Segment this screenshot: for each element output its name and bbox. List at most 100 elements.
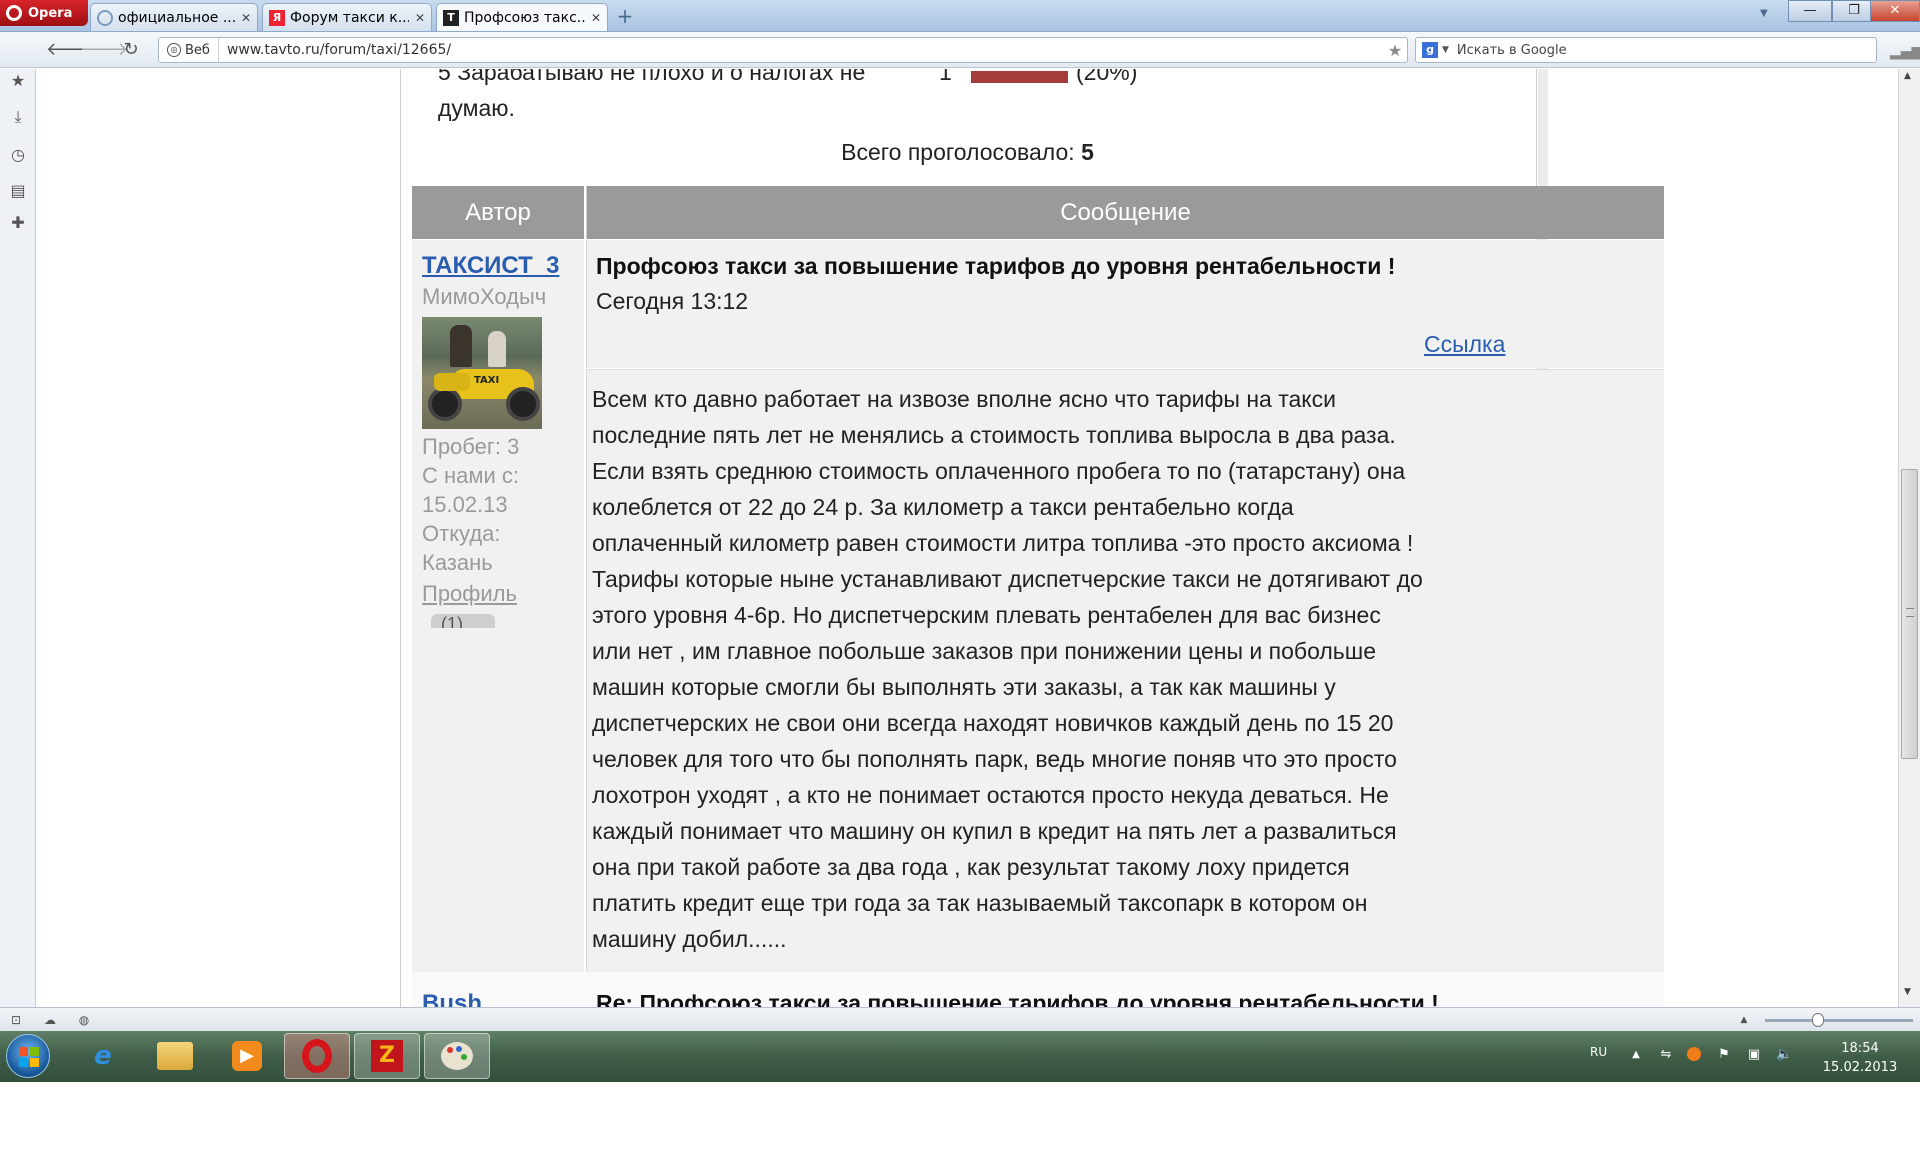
poll-total-label: Всего проголосовало: [841,139,1075,165]
web-page: 5 Зарабатываю не плохо и о налогах не ду… [37,69,1898,1007]
language-indicator[interactable]: RU [1590,1045,1607,1059]
author-from-value: Казань [422,550,493,575]
tab-menu-icon[interactable]: ▼ [1760,8,1776,22]
content-left-border [400,69,401,1007]
internet-explorer-icon[interactable]: e [70,1033,136,1079]
new-tab-button[interactable]: + [614,5,636,27]
back-button[interactable]: 🡐 [46,38,94,62]
downloads-icon[interactable]: ⤓ [8,107,28,127]
post-body-line: человек для того что бы пополнять парк, … [592,746,1397,772]
post-body-line: колеблется от 22 до 24 р. За километр а … [592,494,1294,520]
status-bar: ⊡ ☁ ◍ ▲ [0,1007,1920,1031]
show-hidden-icons-icon[interactable]: ▲ [1628,1047,1644,1063]
avatar-taxi-text: TAXI [474,375,500,386]
display-icon[interactable]: ▣ [1746,1047,1762,1063]
minimize-button[interactable]: — [1788,0,1832,22]
next-post-author[interactable]: Bush [422,990,482,1007]
post-body-line: Если взять среднюю стоимость оплаченного… [592,458,1406,484]
next-post-title: Re: Профсоюз такси за повышение тарифов … [596,990,1439,1007]
start-button[interactable] [6,1034,50,1078]
reload-button[interactable]: ↻ [118,38,144,62]
search-field[interactable]: g ▼ Искать в Google [1415,37,1877,63]
close-tab-icon[interactable]: ✕ [415,11,425,25]
post-body-line: машин которые смогли бы выполнять эти за… [592,674,1336,700]
bookmarks-star-icon[interactable]: ★ [8,71,28,91]
author-profile-link[interactable]: Профиль [422,581,517,607]
zoom-slider-track[interactable] [1765,1019,1913,1022]
web-badge[interactable]: ◎ Веб [159,38,219,62]
bandwidth-icon: ▂▄▆ [1890,44,1920,60]
tab-title: Форум такси к... [290,9,409,26]
close-tab-icon[interactable]: ✕ [591,11,601,25]
post-body-line: диспетчерских не свои они всегда находят… [592,710,1394,736]
paint-icon[interactable] [424,1033,490,1079]
zoom-arrow-icon[interactable]: ▲ [1736,1012,1752,1028]
filezilla-icon[interactable]: Z [354,1033,420,1079]
post-author-link[interactable]: ТАКСИСТ_3 [422,252,559,280]
post-body-line: последние пять лет не менялись а стоимос… [592,422,1396,448]
add-panel-icon[interactable]: ✚ [8,213,28,233]
post-body-line: или нет , им главное побольше заказов пр… [592,638,1377,664]
poll-option-number: 5 [438,69,451,85]
volume-icon[interactable]: 🔈 [1776,1047,1792,1063]
tab-bar: Opera официальное ... ✕ Я Форум такси к.… [0,0,1920,32]
post-permalink[interactable]: Ссылка [1424,331,1505,358]
scrollbar-thumb[interactable] [1901,469,1918,759]
author-from-label: Откуда: [422,521,501,546]
windows-logo-icon [19,1047,39,1067]
post-body-line: каждый понимает что машину он купил в кр… [592,818,1397,844]
reputation-badge[interactable]: (1) [431,614,495,628]
zoom-slider-knob[interactable] [1812,1013,1824,1027]
action-center-flag-icon[interactable]: ⚑ [1716,1047,1732,1063]
avast-icon[interactable] [1686,1047,1702,1063]
poll-bar [971,71,1068,83]
clock-time: 18:54 [1841,1041,1879,1056]
scroll-up-arrow-icon[interactable]: ▲ [1904,71,1911,81]
post-body-line: оплаченный километр равен стоимости литр… [592,530,1414,556]
opera-unite-icon[interactable]: ☁ [42,1012,58,1028]
reputation-badge-text: (1) [431,614,495,628]
post-title: Профсоюз такси за повышение тарифов до у… [596,253,1396,279]
tab-title: официальное ... [118,9,235,26]
tab-3-active[interactable]: T Профсоюз такс... ✕ [436,3,608,31]
opera-logo-icon [6,5,22,21]
opera-taskbar-icon[interactable] [284,1033,350,1079]
author-joined-date: 15.02.13 [422,492,508,517]
search-placeholder[interactable]: Искать в Google [1457,43,1567,58]
thumb-grip-icon [1906,608,1914,617]
url-text[interactable]: www.tavto.ru/forum/taxi/12665/ [219,42,1383,58]
notes-icon[interactable]: ▤ [8,181,28,201]
author-joined-label: С нами с: [422,463,520,488]
explorer-folder-icon[interactable] [142,1033,208,1079]
bookmark-star-icon[interactable]: ★ [1383,41,1407,60]
author-avatar[interactable]: TAXI [422,317,542,429]
history-clock-icon[interactable]: ◷ [8,145,28,165]
blank-area [0,1082,1920,1152]
scroll-down-arrow-icon[interactable]: ▼ [1904,987,1911,997]
page-scrollbar[interactable]: ▲ ▼ [1898,69,1920,1007]
page-loading-icon [97,9,113,26]
turbo-icon[interactable]: ◍ [76,1012,92,1028]
tab-2[interactable]: Я Форум такси к... ✕ [262,3,432,31]
opera-menu-button[interactable]: Opera [0,0,88,26]
search-engine-dropdown-icon[interactable]: ▼ [1442,45,1449,55]
close-tab-icon[interactable]: ✕ [241,11,251,25]
author-mileage: Пробег: 3 [422,434,520,459]
post-body-line: этого уровня 4-6р. Но диспетчерским плев… [592,602,1381,628]
yandex-icon: Я [269,9,285,26]
system-clock[interactable]: 18:54 15.02.2013 [1810,1039,1910,1077]
poll-total: Всего проголосовало: 5 [37,139,1898,166]
avatar-person [450,325,472,367]
panel-toggle-icon[interactable]: ⊡ [8,1012,24,1028]
side-panel: ★ ⤓ ◷ ▤ ✚ [0,69,36,1007]
media-player-icon[interactable]: ▶ [214,1033,280,1079]
poll-option-percent: (20%) [1076,69,1138,85]
tab-1[interactable]: официальное ... ✕ [90,3,258,31]
windows-taskbar: e ▶ Z RU ▲ ⇋ ⚑ ▣ 🔈 18:54 15.02.2013 [0,1031,1920,1082]
close-window-button[interactable]: ✕ [1870,0,1920,22]
address-bar[interactable]: ◎ Веб www.tavto.ru/forum/taxi/12665/ ★ [158,37,1408,63]
post-body-line: она при такой работе за два года , как р… [592,854,1350,880]
forward-button[interactable]: 🡒 [80,38,128,62]
network-icon[interactable]: ⇋ [1658,1047,1674,1063]
author-rank: МимоХодыч [422,284,547,309]
